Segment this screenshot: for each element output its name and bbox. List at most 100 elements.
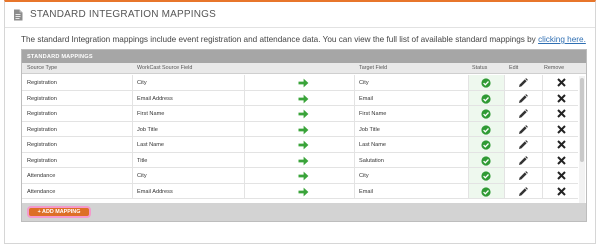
arrow-right-icon <box>298 78 309 88</box>
cell-divider <box>542 152 543 167</box>
description-body: The standard Integration mappings includ… <box>21 35 539 44</box>
arrow-right-icon <box>298 125 309 134</box>
source-field-cell: Job Title <box>137 126 158 133</box>
remove-x-icon[interactable] <box>557 109 566 118</box>
cell-divider <box>504 90 505 105</box>
cell-divider <box>468 106 469 121</box>
pencil-icon[interactable] <box>518 171 528 181</box>
cell-divider <box>354 183 355 198</box>
cell-divider <box>542 183 543 198</box>
cell-divider <box>504 106 505 121</box>
target-field-cell: City <box>359 173 369 179</box>
cell-divider <box>244 121 245 136</box>
standard-mappings-table: STANDARD MAPPINGS Source Type WorkCast S… <box>21 49 587 222</box>
column-headers: Source Type WorkCast Source Field Target… <box>22 63 586 74</box>
cell-divider <box>132 75 133 90</box>
table-row: Registration Email Address Email <box>22 90 578 106</box>
cell-divider <box>504 168 505 183</box>
scrollbar-thumb[interactable] <box>580 78 584 162</box>
source-type-cell: Registration <box>27 95 57 102</box>
table-row: Registration Last Name Last Name <box>22 137 578 153</box>
check-circle-icon <box>481 124 491 135</box>
source-field-cell: City <box>137 80 147 86</box>
target-field-cell: Email <box>359 188 373 195</box>
cell-divider <box>542 121 543 136</box>
pencil-icon[interactable] <box>518 155 528 166</box>
add-mapping-button[interactable]: + ADD MAPPING <box>27 206 91 218</box>
pencil-icon[interactable] <box>518 140 528 150</box>
table-row: Registration City City <box>22 75 578 91</box>
cell-divider <box>542 90 543 105</box>
target-field-cell: Job Title <box>359 126 380 133</box>
column-remove: Remove <box>544 65 565 71</box>
arrow-right-icon <box>298 156 309 165</box>
source-type-cell: Registration <box>27 157 57 164</box>
target-field-cell: First Name <box>359 111 387 117</box>
cell-divider <box>542 75 543 90</box>
cell-divider <box>504 152 505 167</box>
document-icon <box>13 9 23 21</box>
remove-x-icon[interactable] <box>557 124 566 134</box>
source-field-cell: First Name <box>137 111 165 117</box>
remove-x-icon[interactable] <box>557 155 566 165</box>
source-type-cell: Registration <box>27 80 57 86</box>
cell-divider <box>542 168 543 183</box>
check-circle-icon <box>481 186 491 197</box>
cell-divider <box>132 106 133 121</box>
table-row: Attendance Email Address Email <box>22 183 578 199</box>
check-circle-icon <box>481 140 491 150</box>
cell-divider <box>132 90 133 105</box>
source-type-cell: Registration <box>27 111 57 117</box>
remove-x-icon[interactable] <box>557 171 566 180</box>
pencil-icon[interactable] <box>518 93 528 104</box>
source-field-cell: Title <box>137 157 148 164</box>
pencil-icon[interactable] <box>518 186 528 197</box>
cell-divider <box>244 168 245 183</box>
source-type-cell: Attendance <box>27 173 56 179</box>
column-source-type: Source Type <box>27 65 58 71</box>
cell-divider <box>504 121 505 136</box>
cell-divider <box>244 90 245 105</box>
check-circle-icon <box>481 171 491 181</box>
column-source-field: WorkCast Source Field <box>137 65 193 71</box>
cell-divider <box>542 137 543 152</box>
page-title: STANDARD INTEGRATION MAPPINGS <box>30 9 217 20</box>
clicking-here-link[interactable]: clicking here. <box>538 35 586 44</box>
cell-divider <box>244 75 245 90</box>
check-circle-icon <box>481 155 491 166</box>
cell-divider <box>132 137 133 152</box>
cell-divider <box>542 106 543 121</box>
source-field-cell: Last Name <box>137 142 165 148</box>
cell-divider <box>504 137 505 152</box>
cell-divider <box>354 152 355 167</box>
column-target-field: Target Field <box>359 65 388 71</box>
column-status: Status <box>472 65 488 71</box>
arrow-right-icon <box>298 94 309 103</box>
column-edit: Edit <box>509 65 519 71</box>
table-row: Registration Job Title Job Title <box>22 121 578 137</box>
check-circle-icon <box>481 78 491 88</box>
check-circle-icon <box>481 109 491 119</box>
pencil-icon[interactable] <box>518 78 528 88</box>
table-row: Registration Title Salutation <box>22 152 578 168</box>
table-scrollbar[interactable] <box>579 76 585 203</box>
cell-divider <box>132 168 133 183</box>
integration-mappings-panel: STANDARD INTEGRATION MAPPINGS The standa… <box>4 0 596 244</box>
description-text: The standard Integration mappings includ… <box>21 35 587 44</box>
pencil-icon[interactable] <box>518 124 528 135</box>
remove-x-icon[interactable] <box>557 140 566 149</box>
cell-divider <box>132 152 133 167</box>
cell-divider <box>468 168 469 183</box>
cell-divider <box>354 137 355 152</box>
cell-divider <box>468 90 469 105</box>
remove-x-icon[interactable] <box>557 78 566 87</box>
cell-divider <box>244 183 245 198</box>
table-footer: + ADD MAPPING <box>22 203 586 221</box>
target-field-cell: City <box>359 80 369 86</box>
remove-x-icon[interactable] <box>557 186 566 196</box>
cell-divider <box>468 152 469 167</box>
cell-divider <box>468 137 469 152</box>
cell-divider <box>354 90 355 105</box>
remove-x-icon[interactable] <box>557 93 566 103</box>
pencil-icon[interactable] <box>518 109 528 119</box>
